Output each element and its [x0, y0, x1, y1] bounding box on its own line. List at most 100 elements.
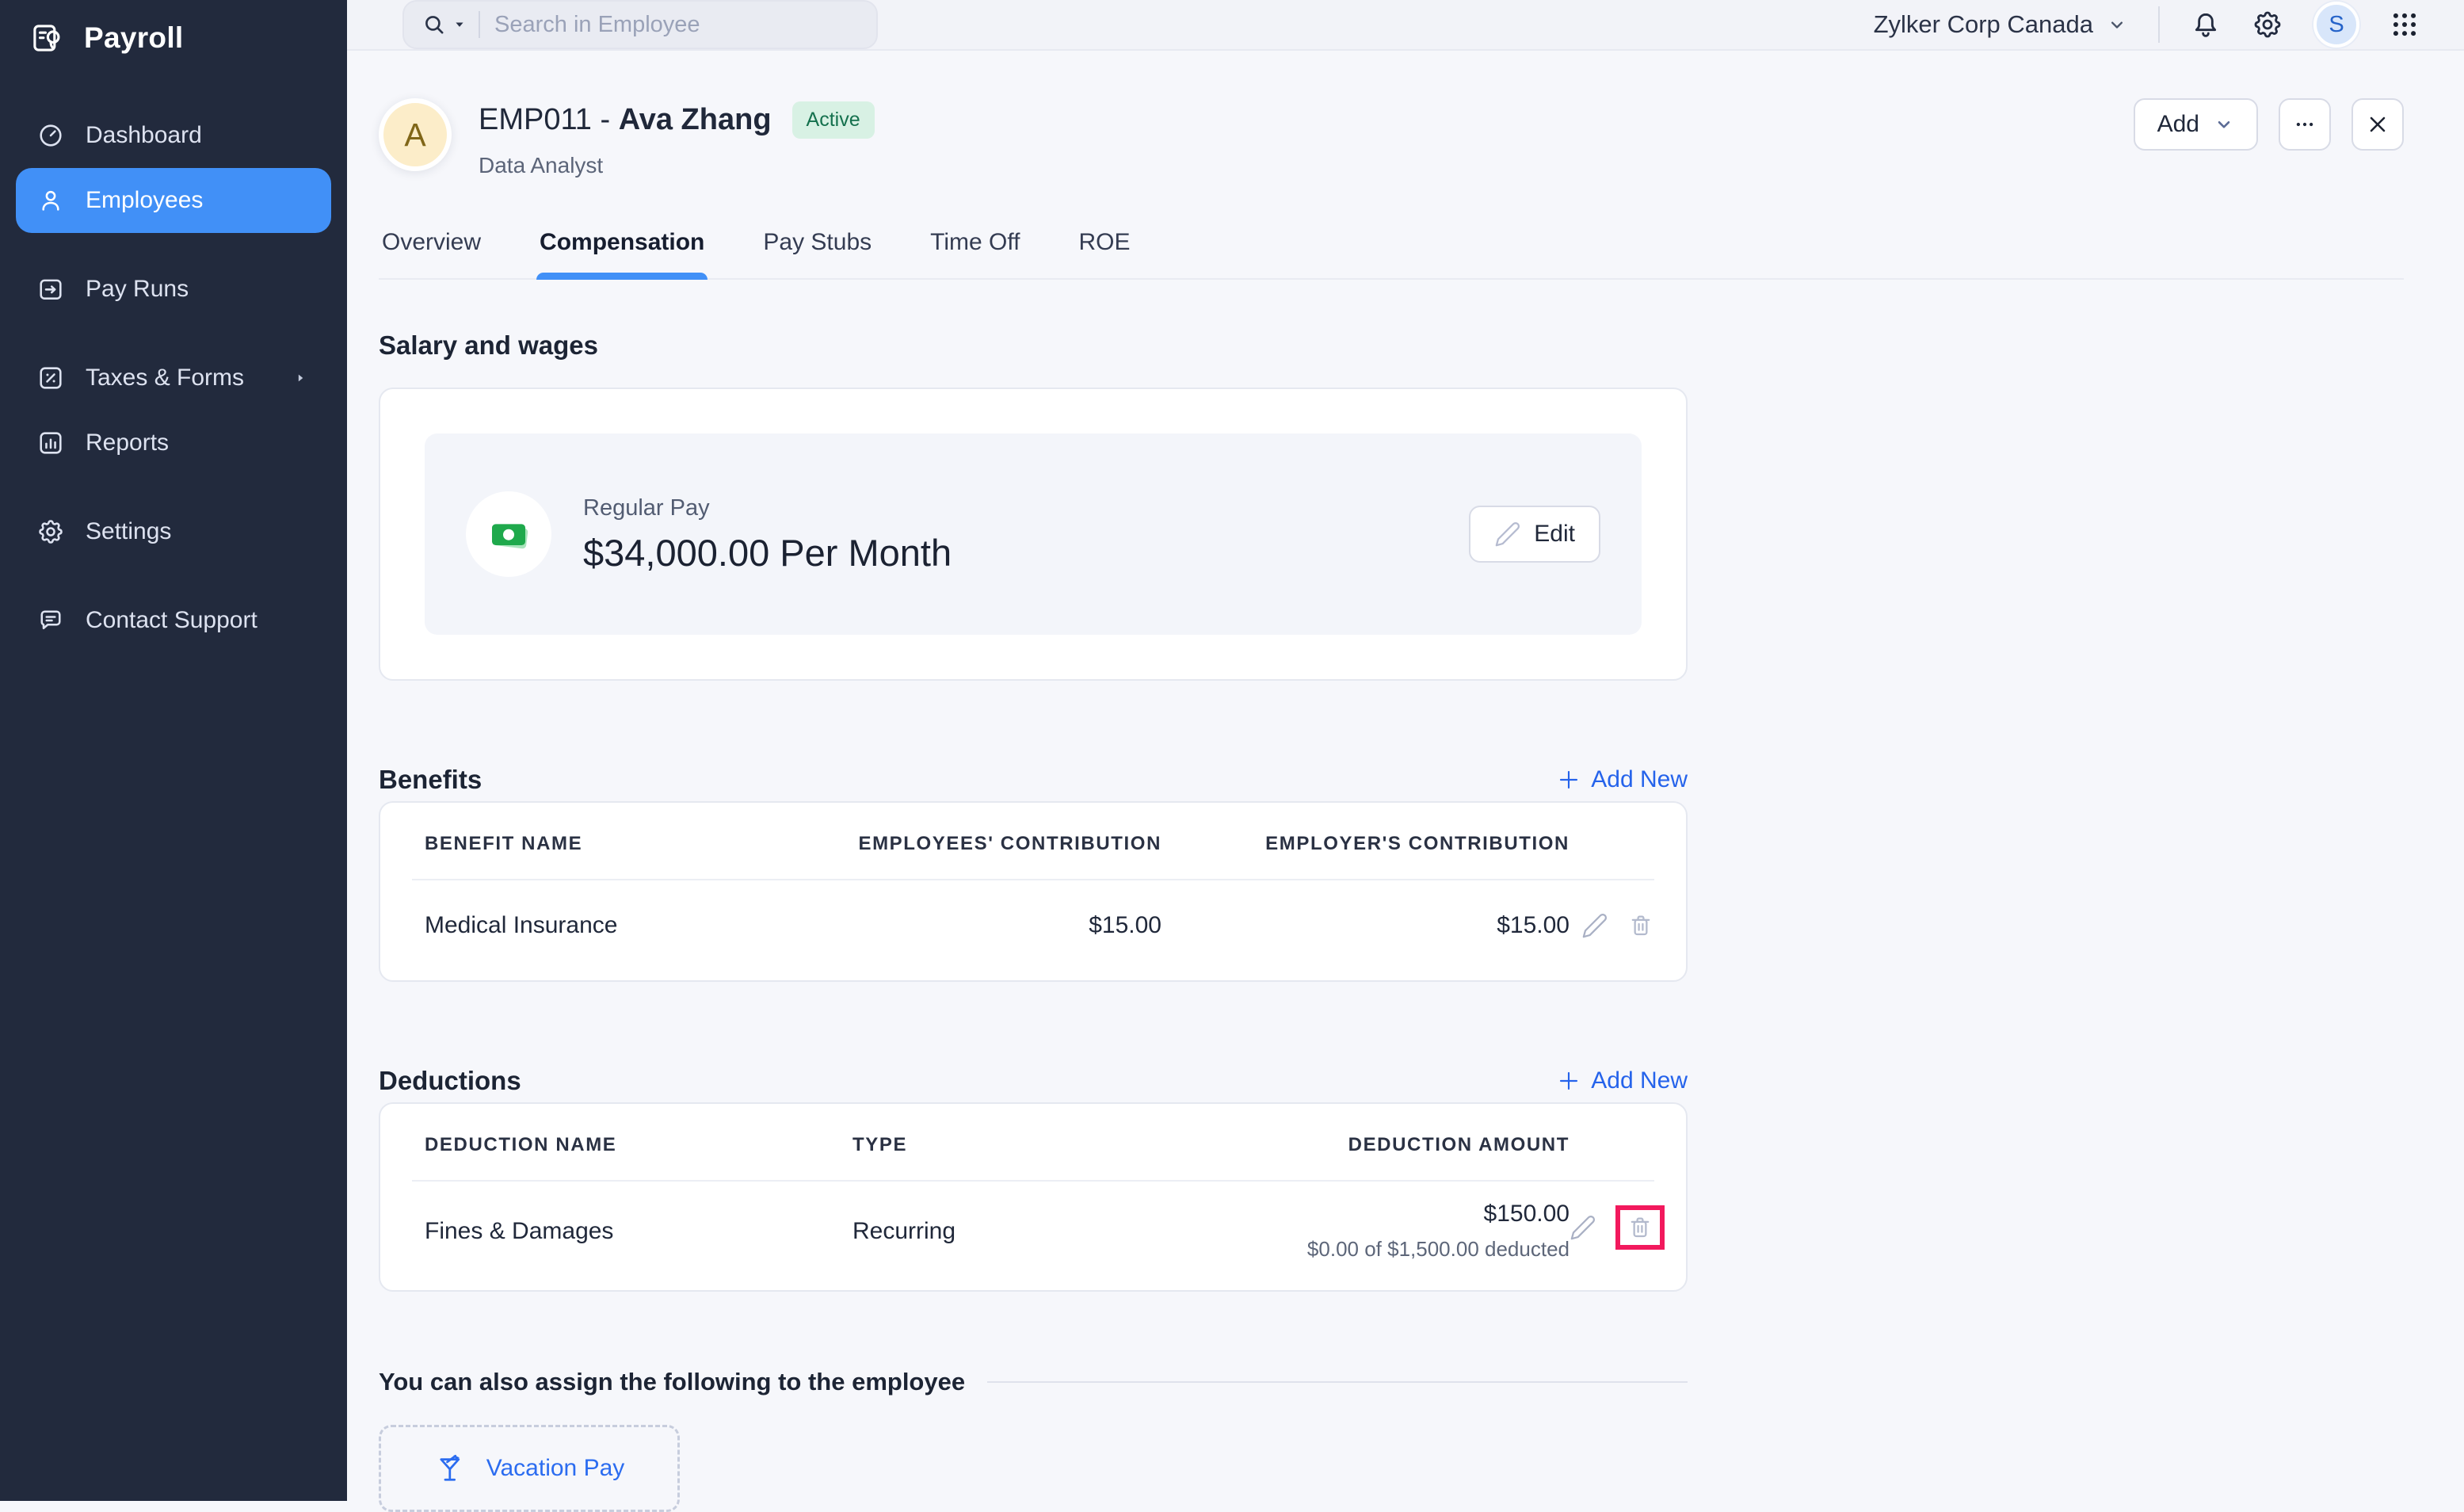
employee-info: EMP011 - Ava Zhang Active Data Analyst: [479, 98, 875, 178]
table-row: Fines & Damages Recurring $150.00 $0.00 …: [380, 1182, 1686, 1290]
benefits-table: BENEFIT NAME EMPLOYEES' CONTRIBUTION EMP…: [379, 801, 1688, 982]
employee-role: Data Analyst: [479, 153, 875, 178]
app-root: Payroll Dashboard Employees: [0, 0, 2464, 1501]
close-icon: [2365, 112, 2390, 137]
employers-contribution: $15.00: [1161, 912, 1570, 939]
column-header: EMPLOYEES' CONTRIBUTION: [821, 833, 1161, 855]
deduction-progress: $0.00 of $1,500.00 deducted: [1307, 1237, 1570, 1262]
settings-gear-icon[interactable]: [2252, 9, 2283, 40]
employee-avatar: A: [379, 98, 452, 171]
more-options-button[interactable]: [2279, 98, 2331, 151]
vacation-pay-button[interactable]: Vacation Pay: [379, 1425, 680, 1512]
benefit-name: Medical Insurance: [425, 912, 821, 939]
pay-name: Regular Pay: [583, 495, 952, 521]
sidebar-item-label: Taxes & Forms: [86, 365, 244, 391]
org-name: Zylker Corp Canada: [1874, 10, 2093, 39]
deduction-name: Fines & Damages: [425, 1218, 852, 1245]
salary-section-title: Salary and wages: [379, 330, 2404, 361]
tab-roe[interactable]: ROE: [1076, 218, 1134, 278]
chevron-right-icon: [290, 368, 311, 388]
dashboard-icon: [36, 121, 65, 150]
close-button[interactable]: [2351, 98, 2404, 151]
chevron-down-icon: [2214, 114, 2234, 135]
delete-deduction-highlight: [1615, 1205, 1665, 1250]
row-actions: [1570, 912, 1654, 939]
edit-benefit-button[interactable]: [1581, 912, 1608, 939]
pay-amount: $34,000.00 Per Month: [583, 533, 952, 574]
app-logo: Payroll: [0, 0, 347, 76]
add-new-label: Add New: [1591, 766, 1688, 793]
sidebar-item-pay-runs[interactable]: Pay Runs: [16, 257, 331, 322]
org-selector[interactable]: Zylker Corp Canada: [1874, 10, 2128, 39]
salary-inner-panel: Regular Pay $34,000.00 Per Month Edit: [425, 433, 1642, 635]
column-header: TYPE: [852, 1134, 1193, 1156]
settings-icon: [36, 517, 65, 546]
search-input[interactable]: [494, 12, 859, 38]
sidebar-item-settings[interactable]: Settings: [16, 499, 331, 564]
deductions-section-title: Deductions: [379, 1066, 521, 1096]
table-row: Medical Insurance $15.00 $15.00: [380, 880, 1686, 980]
global-search[interactable]: [402, 0, 878, 49]
header-actions: Add: [2134, 98, 2404, 151]
search-scope-caret-icon[interactable]: [452, 17, 467, 32]
sidebar-item-label: Reports: [86, 430, 169, 456]
column-header: DEDUCTION AMOUNT: [1193, 1134, 1570, 1156]
pencil-icon: [1570, 1214, 1596, 1241]
user-avatar-initial: S: [2329, 12, 2344, 38]
sidebar-item-employees[interactable]: Employees: [16, 168, 331, 233]
sidebar-item-reports[interactable]: Reports: [16, 410, 331, 475]
deductions-table: DEDUCTION NAME TYPE DEDUCTION AMOUNT Fin…: [379, 1102, 1688, 1292]
delete-benefit-button[interactable]: [1627, 912, 1654, 939]
tab-overview[interactable]: Overview: [379, 218, 484, 278]
employees-contribution: $15.00: [821, 912, 1161, 939]
pay-runs-icon: [36, 275, 65, 304]
pencil-icon: [1581, 912, 1608, 939]
assign-section-head: You can also assign the following to the…: [379, 1368, 1688, 1396]
employee-header: A EMP011 - Ava Zhang Active Data Analyst…: [379, 98, 2404, 178]
tab-compensation[interactable]: Compensation: [536, 218, 708, 278]
benefits-table-header: BENEFIT NAME EMPLOYEES' CONTRIBUTION EMP…: [380, 803, 1686, 879]
edit-button-label: Edit: [1534, 521, 1575, 548]
edit-salary-button[interactable]: Edit: [1469, 506, 1600, 563]
deduction-type: Recurring: [852, 1218, 1193, 1245]
sidebar-item-dashboard[interactable]: Dashboard: [16, 103, 331, 168]
sidebar-item-label: Pay Runs: [86, 276, 189, 303]
employee-tabs: Overview Compensation Pay Stubs Time Off…: [379, 218, 2404, 280]
add-new-deduction-link[interactable]: Add New: [1556, 1067, 1688, 1094]
tab-time-off[interactable]: Time Off: [927, 218, 1023, 278]
money-bill-icon: [486, 512, 531, 556]
vacation-pay-icon: [434, 1451, 469, 1486]
sidebar-item-taxes-forms[interactable]: Taxes & Forms: [16, 346, 331, 410]
add-new-benefit-link[interactable]: Add New: [1556, 766, 1688, 793]
sidebar: Payroll Dashboard Employees: [0, 0, 347, 1501]
topbar-right: Zylker Corp Canada S: [1874, 2, 2420, 48]
assign-section-title: You can also assign the following to the…: [379, 1368, 965, 1396]
row-actions: [1570, 1205, 1665, 1250]
column-header: EMPLOYER'S CONTRIBUTION: [1161, 833, 1570, 855]
employees-icon: [36, 186, 65, 215]
column-header: DEDUCTION NAME: [425, 1134, 852, 1156]
content: A EMP011 - Ava Zhang Active Data Analyst…: [347, 51, 2464, 1512]
deductions-section-head: Deductions Add New: [379, 1066, 1688, 1096]
edit-deduction-button[interactable]: [1570, 1214, 1596, 1241]
search-divider: [479, 11, 480, 38]
main-column: Zylker Corp Canada S: [347, 0, 2464, 1501]
add-new-label: Add New: [1591, 1067, 1688, 1094]
plus-icon: [1556, 1068, 1581, 1094]
trash-icon: [1627, 1214, 1653, 1241]
apps-grid-icon[interactable]: [2390, 10, 2420, 40]
topbar: Zylker Corp Canada S: [347, 0, 2464, 51]
notifications-bell-icon[interactable]: [2190, 9, 2222, 40]
deduction-amount: $150.00: [1484, 1201, 1570, 1228]
tab-pay-stubs[interactable]: Pay Stubs: [760, 218, 875, 278]
sidebar-item-contact-support[interactable]: Contact Support: [16, 588, 331, 653]
topbar-divider: [2158, 6, 2160, 43]
employee-name: Ava Zhang: [619, 103, 772, 136]
plus-icon: [1556, 767, 1581, 792]
user-avatar[interactable]: S: [2313, 2, 2359, 48]
delete-deduction-button[interactable]: [1627, 1214, 1653, 1241]
salary-card: Regular Pay $34,000.00 Per Month Edit: [379, 388, 1688, 681]
chevron-down-icon: [2106, 13, 2128, 36]
more-options-icon: [2293, 113, 2317, 136]
add-button[interactable]: Add: [2134, 98, 2258, 151]
